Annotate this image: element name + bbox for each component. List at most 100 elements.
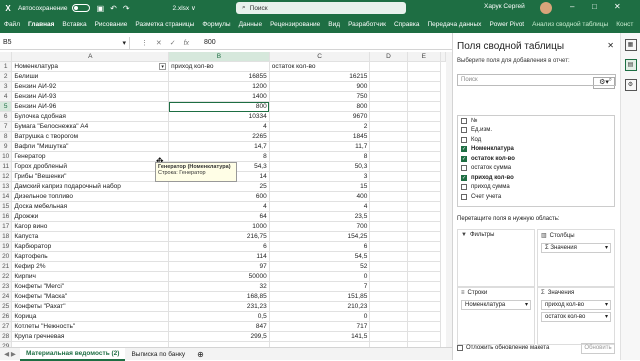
row-header[interactable]: 17 <box>0 221 13 232</box>
ribbon-tab[interactable]: Данные <box>235 21 266 28</box>
empty-cell[interactable] <box>369 111 408 122</box>
column-header[interactable]: B <box>168 52 270 62</box>
empty-cell[interactable] <box>369 141 408 152</box>
add-sheet-icon[interactable]: ⊕ <box>197 350 204 359</box>
column-header[interactable]: D <box>369 52 408 62</box>
row-header[interactable]: 28 <box>0 331 13 342</box>
redo-icon[interactable]: ↷ <box>123 4 130 13</box>
empty-cell[interactable] <box>407 261 442 272</box>
column-header[interactable]: E <box>407 52 442 62</box>
settings-icon[interactable]: ⚙ <box>624 79 637 91</box>
sheet-tab[interactable]: Выписка по банку <box>125 348 191 361</box>
empty-cell[interactable] <box>369 161 408 172</box>
column-header[interactable]: C <box>269 52 371 62</box>
values-item[interactable]: приход кол-во <box>541 300 611 310</box>
cell-income-qty[interactable]: 800 <box>168 101 270 112</box>
row-header[interactable]: 22 <box>0 271 13 282</box>
empty-cell[interactable] <box>369 221 408 232</box>
cell-balance-qty[interactable]: остаток кол-во <box>269 61 371 72</box>
cell-balance-qty[interactable]: 800 <box>269 101 371 112</box>
rows-item[interactable]: Номенклатура <box>461 300 531 310</box>
empty-cell[interactable] <box>407 251 442 262</box>
values-item[interactable]: остаток кол-во <box>541 312 611 322</box>
cell-income-qty[interactable]: 114 <box>168 251 270 262</box>
column-header[interactable]: A <box>11 52 170 62</box>
pivot-fields-icon[interactable]: ▤ <box>624 59 637 71</box>
cell-balance-qty[interactable]: 52 <box>269 261 371 272</box>
more-icon[interactable]: ⋮ <box>141 40 148 47</box>
ribbon-tab[interactable]: Конст <box>612 21 637 28</box>
ribbon-tab[interactable]: Передача данных <box>423 21 485 28</box>
cell-income-qty[interactable]: 847 <box>168 321 270 332</box>
row-header[interactable]: 18 <box>0 231 13 242</box>
cell-balance-qty[interactable]: 0 <box>269 311 371 322</box>
cell-income-qty[interactable]: 299,5 <box>168 331 270 342</box>
empty-cell[interactable] <box>407 201 442 212</box>
row-header[interactable]: 26 <box>0 311 13 322</box>
empty-cell[interactable] <box>369 301 408 312</box>
cell-nomenclature[interactable]: Кагор вино <box>11 221 170 232</box>
empty-cell[interactable] <box>407 71 442 82</box>
ribbon-tab[interactable]: Справка <box>390 21 424 28</box>
cell-balance-qty[interactable]: 151,85 <box>269 291 371 302</box>
ribbon-tab[interactable]: Разработчик <box>344 21 390 28</box>
cell-nomenclature[interactable]: Конфеты "Merci" <box>11 281 170 292</box>
cell-balance-qty[interactable]: 7 <box>269 281 371 292</box>
empty-cell[interactable] <box>407 241 442 252</box>
cell-income-qty[interactable]: 1000 <box>168 221 270 232</box>
undo-icon[interactable]: ↶ <box>110 4 117 13</box>
row-header[interactable]: 2 <box>0 71 13 82</box>
row-header[interactable]: 24 <box>0 291 13 302</box>
ribbon-tab[interactable]: Вставка <box>58 21 90 28</box>
empty-cell[interactable] <box>369 61 408 72</box>
checkbox-icon[interactable] <box>461 117 467 124</box>
cell-nomenclature[interactable]: Кирпич <box>11 271 170 282</box>
user-name[interactable]: Харук Сергей <box>484 3 525 10</box>
row-header[interactable]: 15 <box>0 201 13 212</box>
cell-balance-qty[interactable]: 3 <box>269 171 371 182</box>
row-header[interactable]: 12 <box>0 171 13 182</box>
row-header[interactable]: 16 <box>0 211 13 222</box>
row-header[interactable]: 23 <box>0 281 13 292</box>
cell-income-qty[interactable]: 97 <box>168 261 270 272</box>
empty-cell[interactable] <box>369 311 408 322</box>
cell-nomenclature[interactable]: Бензин АИ-96 <box>11 101 170 112</box>
empty-cell[interactable] <box>407 231 442 242</box>
cell-nomenclature[interactable]: Бумага "Белоснежка" А4 <box>11 121 170 132</box>
cell-nomenclature[interactable]: Генератор <box>11 151 170 162</box>
empty-cell[interactable] <box>407 291 442 302</box>
close-window-icon[interactable]: ✕ <box>614 2 621 11</box>
row-header[interactable]: 8 <box>0 131 13 142</box>
confirm-icon[interactable]: ✓ <box>170 40 176 47</box>
checkbox-icon[interactable]: ✓ <box>461 146 467 153</box>
cell-balance-qty[interactable]: 11,7 <box>269 141 371 152</box>
spreadsheet-grid[interactable]: A B C D E 1 ▾ Номенклатура приход кол-во остаток … <box>0 52 446 348</box>
row-header[interactable]: 10 <box>0 151 13 162</box>
cell-nomenclature[interactable]: Горох дробленый <box>11 161 170 172</box>
pivot-field[interactable]: остаток сумма <box>458 164 614 174</box>
cell-balance-qty[interactable]: 154,25 <box>269 231 371 242</box>
cell-income-qty[interactable]: 64 <box>168 211 270 222</box>
empty-cell[interactable] <box>407 91 442 102</box>
field-list[interactable]: № Ед.изм. Код ✓ Номенклатура ✓ остаток кол-во о… <box>457 115 615 207</box>
cell-balance-qty[interactable]: 50,3 <box>269 161 371 172</box>
field-search-input[interactable]: Поиск ⌕ <box>457 74 616 86</box>
cell-income-qty[interactable]: 0,5 <box>168 311 270 322</box>
empty-cell[interactable] <box>369 181 408 192</box>
cell-income-qty[interactable]: 1200 <box>168 81 270 92</box>
cell-balance-qty[interactable]: 700 <box>269 221 371 232</box>
close-icon[interactable]: ✕ <box>607 41 614 50</box>
empty-cell[interactable] <box>407 191 442 202</box>
cell-income-qty[interactable]: приход кол-во <box>168 61 270 72</box>
row-header[interactable]: 1 <box>0 61 13 72</box>
pivot-field[interactable]: Счет учета <box>458 192 614 202</box>
search-input[interactable]: ⌕ Поиск <box>236 2 406 14</box>
cell-income-qty[interactable]: 14,7 <box>168 141 270 152</box>
row-header[interactable]: 27 <box>0 321 13 332</box>
cell-nomenclature[interactable]: Капуста <box>11 231 170 242</box>
cell-balance-qty[interactable]: 15 <box>269 181 371 192</box>
row-header[interactable]: 7 <box>0 121 13 132</box>
cell-balance-qty[interactable]: 210,23 <box>269 301 371 312</box>
cell-nomenclature[interactable]: Белиши <box>11 71 170 82</box>
pivot-field[interactable]: ✓ Номенклатура <box>458 145 614 155</box>
